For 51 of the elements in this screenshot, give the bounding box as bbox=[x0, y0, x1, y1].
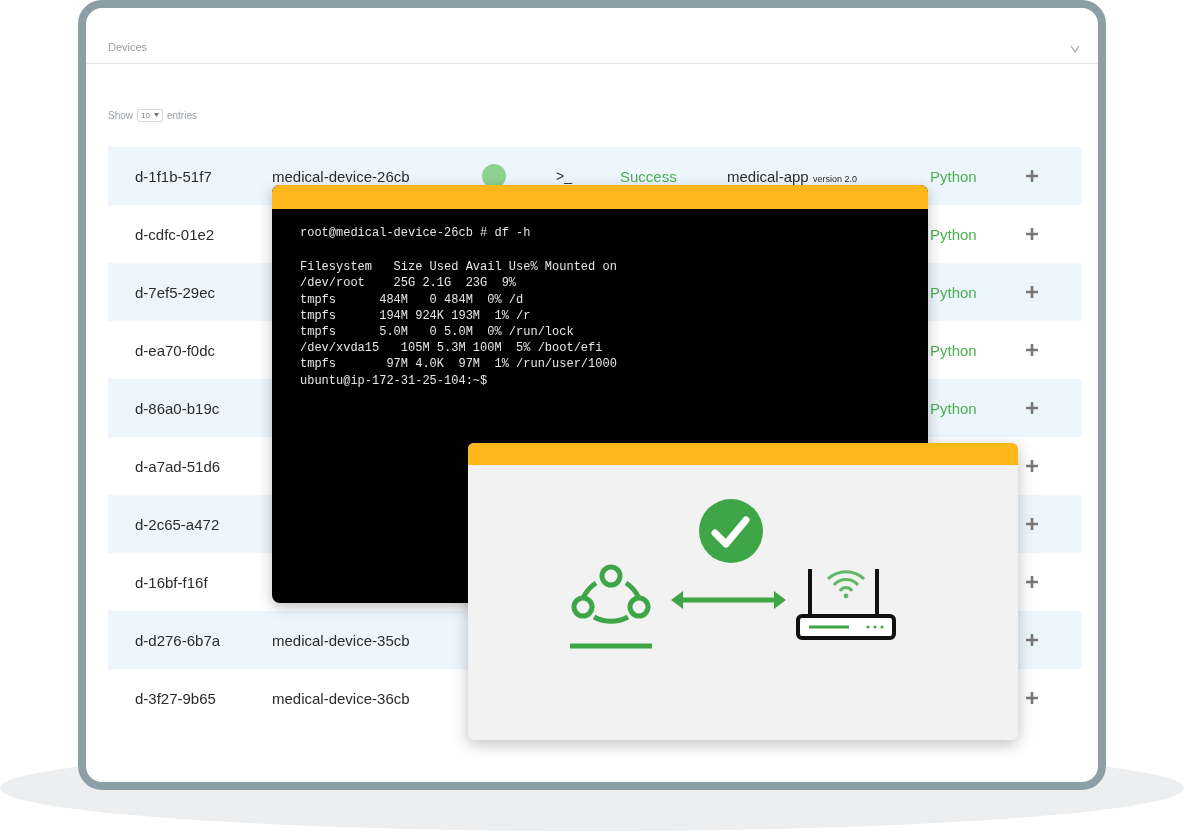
terminal-command: root@medical-device-26cb # df -h bbox=[300, 225, 532, 242]
runtime-label: Python bbox=[930, 283, 977, 301]
check-circle-icon bbox=[699, 499, 763, 563]
caret-icon bbox=[153, 113, 159, 117]
terminal-line: tmpfs 194M 924K 193M 1% /r bbox=[300, 307, 532, 324]
device-id: d-7ef5-29ec bbox=[135, 283, 216, 301]
device-name: medical-device-35cb bbox=[272, 631, 410, 649]
result-text: Success bbox=[620, 167, 677, 185]
device-id: d-2c65-a472 bbox=[135, 515, 220, 533]
device-id: d-cdfc-01e2 bbox=[135, 225, 215, 243]
plus-icon[interactable] bbox=[1025, 227, 1039, 241]
entries-select[interactable]: 10 bbox=[137, 108, 163, 122]
runtime-label: Python bbox=[930, 399, 977, 417]
chevron-down-icon[interactable] bbox=[1070, 45, 1080, 53]
show-label: Show bbox=[108, 109, 133, 121]
terminal-line: Filesystem Size Used Avail Use% Mounted on bbox=[300, 259, 618, 276]
terminal-line: /dev/root 25G 2.1G 23G 9% bbox=[300, 275, 518, 292]
terminal-line: ubuntu@ip-172-31-25-104:~$ bbox=[300, 372, 489, 389]
router-icon bbox=[796, 567, 896, 640]
plus-icon[interactable] bbox=[1025, 517, 1039, 531]
device-id: d-16bf-f16f bbox=[135, 573, 208, 591]
device-id: d-3f27-9b65 bbox=[135, 689, 216, 707]
terminal-line: tmpfs 5.0M 0 5.0M 0% /run/lock bbox=[300, 324, 575, 341]
plus-icon[interactable] bbox=[1025, 343, 1039, 357]
terminal-line: tmpfs 484M 0 484M 0% /d bbox=[300, 291, 525, 308]
panel-title: Devices bbox=[108, 41, 148, 53]
plus-icon[interactable] bbox=[1025, 633, 1039, 647]
plus-icon[interactable] bbox=[1025, 401, 1039, 415]
plus-icon[interactable] bbox=[1025, 285, 1039, 299]
device-id: d-a7ad-51d6 bbox=[135, 457, 221, 475]
plus-icon[interactable] bbox=[1025, 575, 1039, 589]
device-id: d-d276-6b7a bbox=[135, 631, 221, 649]
terminal-line: /dev/xvda15 105M 5.3M 100M 5% /boot/efi bbox=[300, 340, 604, 357]
runtime-label: Python bbox=[930, 341, 977, 359]
app-name: medical-app bbox=[727, 167, 809, 185]
plus-icon[interactable] bbox=[1025, 459, 1039, 473]
device-id: d-ea70-f0dc bbox=[135, 341, 216, 359]
device-name: medical-device-26cb bbox=[272, 167, 410, 185]
terminal-line: tmpfs 97M 4.0K 97M 1% /run/user/1000 bbox=[300, 356, 618, 373]
entries-label: entries bbox=[166, 109, 197, 121]
device-id: d-86a0-b19c bbox=[135, 399, 220, 417]
network-icon bbox=[570, 564, 652, 649]
device-name: medical-device-36cb bbox=[272, 689, 410, 707]
double-arrow-icon bbox=[671, 591, 786, 609]
console-link[interactable]: >_ bbox=[556, 168, 572, 184]
plus-icon[interactable] bbox=[1025, 691, 1039, 705]
plus-icon[interactable] bbox=[1025, 169, 1039, 183]
runtime-label: Python bbox=[930, 225, 977, 243]
runtime-label: Python bbox=[930, 167, 977, 185]
device-id: d-1f1b-51f7 bbox=[135, 167, 212, 185]
app-version: version 2.0 bbox=[812, 173, 857, 184]
